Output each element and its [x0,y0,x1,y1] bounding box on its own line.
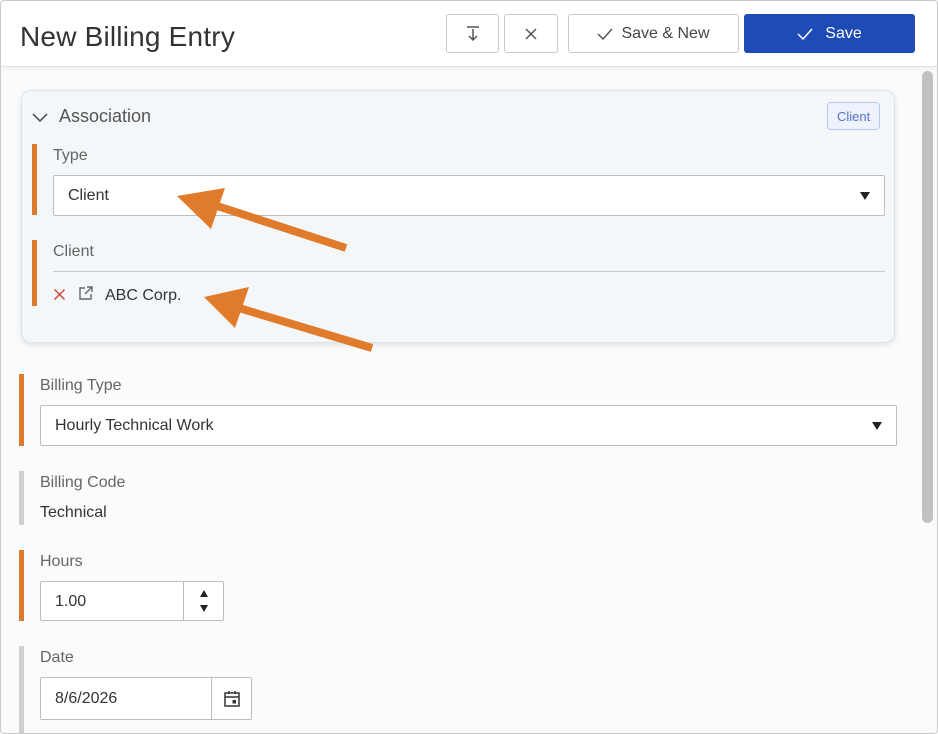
collapse-button[interactable] [446,14,499,53]
hours-label: Hours [40,553,83,570]
calendar-button[interactable] [211,678,252,719]
optional-marker [19,646,24,733]
required-marker [19,550,24,621]
cancel-button[interactable] [504,14,558,53]
hours-spin-buttons[interactable] [183,582,224,620]
scrollbar-thumb[interactable] [922,71,933,523]
date-label: Date [40,649,74,666]
remove-icon[interactable] [53,286,67,306]
hours-stepper[interactable]: 1.00 [40,581,224,621]
chevron-down-icon [32,112,48,122]
required-marker [32,240,37,306]
type-label: Type [53,147,88,164]
check-icon [797,27,813,40]
billing-entry-window: New Billing Entry Save & New Save Associ… [0,0,938,734]
save-and-new-label: Save & New [621,24,710,42]
save-and-new-button[interactable]: Save & New [568,14,739,53]
billing-code-value: Technical [40,504,107,521]
collapse-icon [466,25,479,41]
association-badge: Client [827,102,881,130]
dropdown-caret-icon [860,192,870,200]
billing-type-value: Hourly Technical Work [55,416,214,434]
required-marker [19,374,24,446]
save-label: Save [825,24,862,42]
association-section: Association Client Type Client Client AB… [21,90,895,343]
calendar-icon [224,690,240,707]
association-toggle[interactable]: Association [31,106,151,127]
date-value[interactable]: 8/6/2026 [55,690,117,708]
client-label: Client [53,243,94,260]
client-divider [53,271,885,272]
save-button[interactable]: Save [744,14,915,53]
type-value: Client [68,186,109,204]
client-lookup: ABC Corp. [53,284,181,307]
type-select[interactable]: Client [53,175,885,216]
hours-value[interactable]: 1.00 [55,593,86,611]
close-icon [525,27,537,40]
billing-type-select[interactable]: Hourly Technical Work [40,405,897,446]
external-link-icon[interactable] [77,284,95,307]
spin-down-icon[interactable] [200,605,208,612]
billing-code-label: Billing Code [40,474,126,491]
page-title: New Billing Entry [20,21,236,52]
billing-type-label: Billing Type [40,377,122,394]
date-field[interactable]: 8/6/2026 [40,677,252,720]
spin-up-icon[interactable] [200,590,208,597]
association-title: Association [59,106,152,126]
check-icon [597,27,614,40]
header-bar: New Billing Entry Save & New Save [1,1,937,67]
required-marker [32,144,37,215]
client-value-link[interactable]: ABC Corp. [105,287,181,305]
optional-marker [19,471,24,525]
dropdown-caret-icon [872,422,882,430]
